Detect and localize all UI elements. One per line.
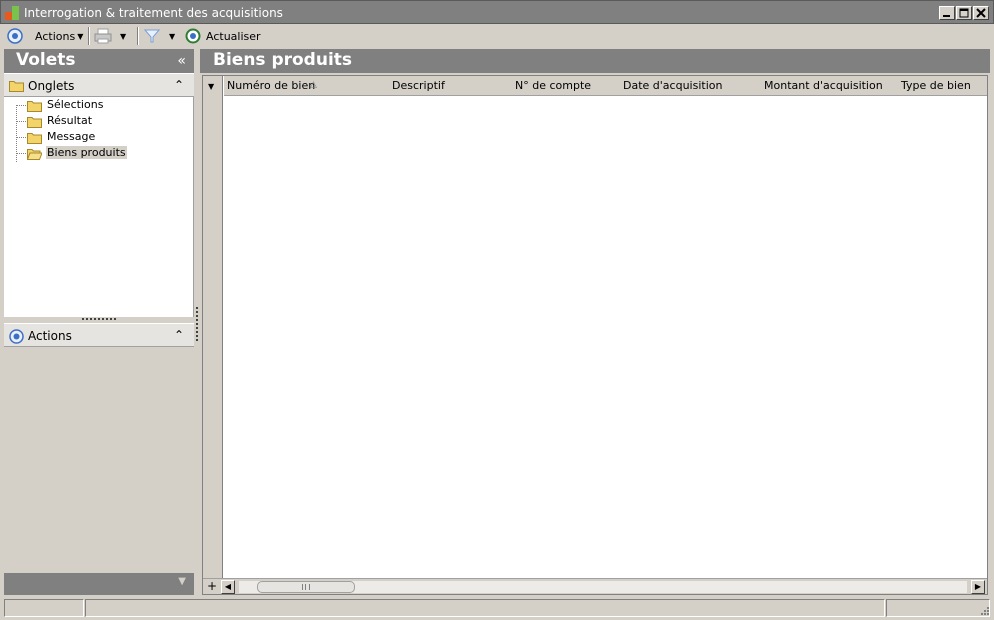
collapse-pane-icon[interactable]: «: [177, 53, 186, 69]
status-panel: [4, 599, 84, 617]
folder-icon: [27, 117, 42, 128]
collapse-section-icon[interactable]: ⌃: [174, 328, 184, 342]
results-grid: ▼ Numéro de bien △ Descriptif N° de comp…: [202, 75, 988, 595]
chevron-down-icon: ▼: [77, 31, 84, 41]
add-row-icon[interactable]: +: [207, 579, 217, 593]
column-header-numero[interactable]: Numéro de bien: [227, 79, 315, 92]
filter-dropdown[interactable]: ▼: [169, 24, 175, 48]
folder-icon: [9, 81, 24, 92]
minimize-button[interactable]: [939, 6, 955, 20]
actions-section-label: Actions: [28, 329, 72, 343]
column-header-descriptif[interactable]: Descriptif: [392, 79, 445, 92]
tree-item-label: Biens produits: [46, 146, 127, 159]
filter-icon: [144, 29, 160, 43]
tabs-tree: Sélections Résultat Message Biens produi…: [4, 97, 194, 317]
grid-body[interactable]: [224, 96, 987, 576]
refresh-label: Actualiser: [206, 29, 261, 43]
volets-title: Volets: [16, 50, 76, 70]
actions-menu-icon[interactable]: [7, 24, 23, 48]
folder-icon: [27, 101, 42, 112]
filter-button[interactable]: [144, 24, 160, 48]
scroll-thumb[interactable]: [257, 581, 355, 593]
title-bar: Interrogation & traitement des acquisiti…: [0, 0, 994, 24]
column-header-date[interactable]: Date d'acquisition: [623, 79, 722, 92]
scroll-left-button[interactable]: ◀: [221, 580, 235, 594]
sort-ascending-icon: △: [310, 80, 317, 90]
actions-section-header[interactable]: Actions ⌃: [4, 323, 194, 347]
refresh-button[interactable]: Actualiser: [185, 24, 261, 48]
app-icon: [5, 6, 19, 20]
volets-header: Volets «: [4, 49, 194, 73]
left-pane: Volets « Onglets ⌃ Sélections Résultat M…: [4, 49, 194, 595]
actions-icon: [9, 329, 24, 344]
grid-header: Numéro de bien △ Descriptif N° de compte…: [224, 76, 987, 96]
resize-grip-icon[interactable]: [978, 604, 990, 616]
toolbar-separator: [137, 27, 139, 45]
scroll-right-button[interactable]: ▶: [971, 580, 985, 594]
open-folder-icon: [27, 149, 42, 160]
printer-icon: [94, 28, 112, 44]
tree-item-label: Résultat: [47, 114, 93, 127]
chevron-down-icon: ▼: [169, 31, 176, 41]
tabs-section-header[interactable]: Onglets ⌃: [4, 73, 194, 97]
chevron-down-icon[interactable]: ▼: [178, 576, 186, 587]
grid-row-selector-column: ▼: [203, 76, 223, 594]
print-dropdown[interactable]: ▼: [120, 24, 126, 48]
actions-menu-button[interactable]: Actions ▼: [35, 24, 83, 48]
tree-item-biens-produits[interactable]: Biens produits: [4, 145, 194, 161]
main-header: Biens produits: [200, 49, 990, 73]
close-icon: [976, 8, 986, 18]
maximize-button[interactable]: [956, 6, 972, 20]
column-header-montant[interactable]: Montant d'acquisition: [764, 79, 883, 92]
column-header-compte[interactable]: N° de compte: [515, 79, 591, 92]
print-button[interactable]: [94, 24, 112, 48]
page-title: Biens produits: [213, 50, 353, 70]
horizontal-scrollbar[interactable]: + ◀ ▶: [203, 578, 987, 594]
refresh-icon: [185, 28, 201, 44]
toolbar: Actions ▼ ▼ ▼ Actualiser: [0, 24, 994, 48]
main-pane: Biens produits ▼ Numéro de bien △ Descri…: [200, 49, 990, 595]
status-bar: [0, 597, 994, 620]
column-header-type[interactable]: Type de bien: [901, 79, 971, 92]
status-panel: [85, 599, 885, 617]
status-panel: [886, 599, 990, 617]
window-title: Interrogation & traitement des acquisiti…: [24, 6, 283, 20]
minimize-icon: [943, 15, 950, 17]
chevron-down-icon: ▼: [120, 31, 127, 41]
tree-item-resultat[interactable]: Résultat: [4, 113, 194, 129]
actions-menu-label: Actions: [35, 29, 76, 43]
tree-item-message[interactable]: Message: [4, 129, 194, 145]
tree-item-label: Sélections: [47, 98, 104, 111]
folder-icon: [27, 133, 42, 144]
tree-item-selections[interactable]: Sélections: [4, 97, 194, 113]
maximize-icon: [959, 8, 969, 18]
collapse-section-icon[interactable]: ⌃: [174, 78, 184, 92]
column-chooser-icon[interactable]: ▼: [208, 82, 214, 91]
tabs-section-label: Onglets: [28, 79, 75, 93]
close-button[interactable]: [973, 6, 989, 20]
left-pane-footer: ▼: [4, 573, 194, 595]
toolbar-separator: [88, 27, 90, 45]
tree-item-label: Message: [47, 130, 96, 143]
